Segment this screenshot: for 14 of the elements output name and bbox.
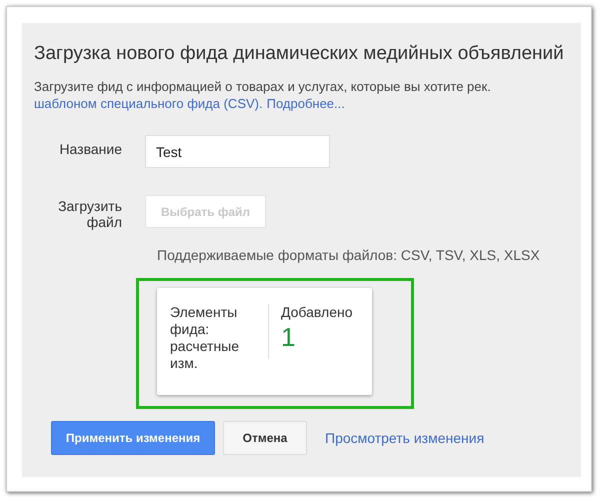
link[interactable]: шаблоном специального фида (CSV).: [34, 96, 263, 111]
apply-button[interactable]: Применить изменения: [51, 421, 215, 455]
summary-label: Элементы фида: расчетные изм.: [170, 304, 240, 373]
link[interactable]: Подробнее...: [266, 96, 345, 111]
dialog-title: Загрузка нового фида динамических медийных объявлений: [34, 43, 565, 65]
formats-hint: Поддерживаемые форматы файлов: CSV, TSV, XLS, XLSX: [157, 247, 541, 263]
column-heading: Добавлено: [281, 304, 352, 320]
field-label: Загрузить файл: [57, 198, 122, 230]
added-count: 1: [281, 322, 296, 353]
view-changes-link[interactable]: Просмотреть изменения: [325, 430, 484, 446]
field-label: Название: [58, 141, 122, 157]
description-text: Загрузите фид с информацией о товарах и услугах, которые вы хотите рек.: [34, 79, 492, 94]
name-input-field[interactable]: Test: [145, 135, 330, 168]
cancel-button[interactable]: Отмена: [223, 421, 307, 455]
